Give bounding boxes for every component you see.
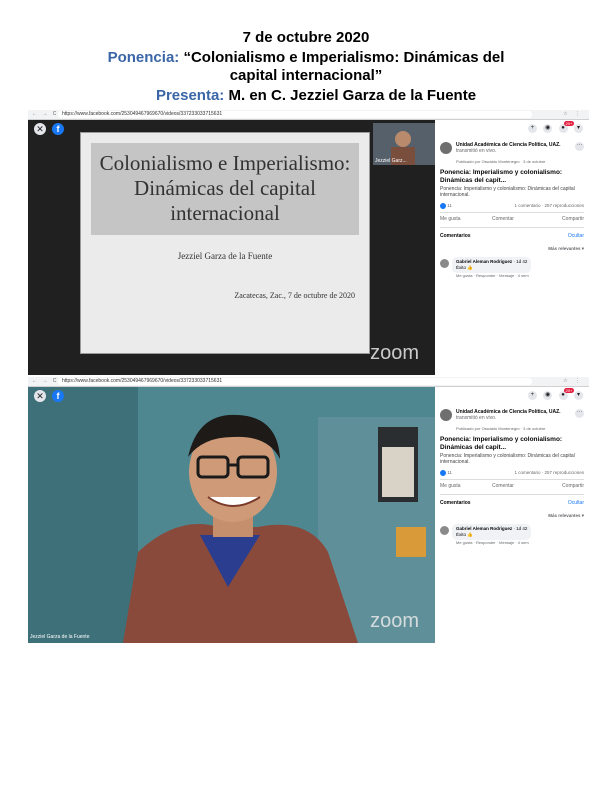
like-button[interactable]: Me gusta <box>440 483 461 489</box>
ponencia-title: “Colonialismo e Imperialismo: Dinámicas … <box>183 49 505 84</box>
post-actions: Me gusta Comentar Compartir <box>440 212 584 228</box>
zoom-watermark: zoom <box>370 610 419 632</box>
presentation-slide: Colonialismo e Imperialismo: Dinámicas d… <box>80 132 370 354</box>
comment-button[interactable]: Comentar <box>492 483 514 489</box>
account-menu-icon[interactable]: ▾ <box>574 391 583 400</box>
share-button[interactable]: Compartir <box>562 483 584 489</box>
comments-header: Comentarios Ocultar <box>440 500 584 506</box>
speaker-name-label: Jezziel Garza de la Fuente <box>30 634 90 640</box>
slide-author: Jezziel Garza de la Fuente <box>177 251 273 261</box>
commenter-avatar[interactable] <box>440 526 449 535</box>
comment-actions[interactable]: Me gusta · Responder · Mensaje · 4 sem <box>456 273 529 278</box>
url-field[interactable]: https://www.facebook.com/253049467969670… <box>58 378 532 385</box>
presenta-line: Presenta: M. en C. Jezziel Garza de la F… <box>0 87 612 105</box>
browser-menu-icons[interactable]: ☆ ⋮ <box>563 110 583 119</box>
commenter-avatar[interactable] <box>440 259 449 268</box>
post-meta: Publicado por Oswaldo Montenegro · 3 de … <box>456 159 546 164</box>
slide-title: Colonialismo e Imperialismo: Dinámicas d… <box>91 143 359 235</box>
more-options-icon[interactable]: ··· <box>575 142 584 151</box>
browser-address-bar: ← → C ⌂ https://www.facebook.com/2530494… <box>28 377 589 387</box>
comment-text: Éxito 👍 <box>456 265 473 270</box>
plus-icon[interactable]: + <box>527 124 537 133</box>
notification-badge: 20+ <box>563 121 575 126</box>
like-reaction-icon <box>440 203 446 209</box>
comment-actions[interactable]: Me gusta · Responder · Mensaje · 4 sem <box>456 540 529 545</box>
close-icon[interactable]: ✕ <box>34 390 46 402</box>
speaker-video-frame <box>28 387 435 643</box>
comment-author[interactable]: Gabriel Aleman Rodriguez <box>456 259 512 264</box>
post-title: Ponencia: Imperialismo y colonialismo: D… <box>440 169 563 184</box>
messenger-icon[interactable]: ◉ <box>543 391 553 400</box>
top-icons: + ◉ ● 20+ ▾ <box>523 388 583 401</box>
thumbnail-label: Jezziel Garz... <box>375 158 407 164</box>
bell-icon[interactable]: ● 20+ <box>558 121 575 133</box>
page-avatar[interactable] <box>440 142 452 154</box>
notification-badge: 20+ <box>563 388 575 393</box>
browser-address-bar: ← → C ⌂ https://www.facebook.com/2530494… <box>28 110 589 120</box>
presenta-label: Presenta: <box>155 87 225 104</box>
video-area[interactable]: ✕ f Colonialismo e Imperialismo: Dinámic… <box>28 120 435 375</box>
facebook-logo-icon[interactable]: f <box>52 390 64 402</box>
plus-icon[interactable]: + <box>527 391 537 400</box>
screenshot-speaker: ← → C ⌂ https://www.facebook.com/2530494… <box>28 377 589 643</box>
facebook-side-panel: + ◉ ● 20+ ▾ Unidad Académica de Ciencia P… <box>435 120 589 375</box>
speaker-thumbnail: Jezziel Garz... <box>373 123 435 165</box>
presenta-name: M. en C. Jezziel Garza de la Fuente <box>228 87 477 104</box>
relevance-filter[interactable]: Más relevantes ▾ <box>548 513 584 519</box>
post-stats: 11 1 comentario · 257 reproducciones <box>440 203 584 209</box>
like-button[interactable]: Me gusta <box>440 216 461 222</box>
messenger-icon[interactable]: ◉ <box>543 124 553 133</box>
hide-comments-link[interactable]: Ocultar <box>568 233 584 239</box>
post-title: Ponencia: Imperialismo y colonialismo: D… <box>440 436 563 451</box>
comments-header: Comentarios Ocultar <box>440 233 584 239</box>
comment-bubble: Gabriel Aleman Rodriguez · 1d 42 Éxito 👍 <box>452 524 532 540</box>
comment-author[interactable]: Gabriel Aleman Rodriguez <box>456 526 512 531</box>
relevance-filter[interactable]: Más relevantes ▾ <box>548 246 584 252</box>
ponencia-label: Ponencia: <box>107 49 180 66</box>
like-reaction-icon <box>440 470 446 476</box>
post-stats: 11 1 comentario · 257 reproducciones <box>440 470 584 476</box>
url-field[interactable]: https://www.facebook.com/253049467969670… <box>58 111 532 118</box>
top-icons: + ◉ ● 20+ ▾ <box>523 121 583 134</box>
post-meta: Publicado por Oswaldo Montenegro · 3 de … <box>456 426 546 431</box>
page-name[interactable]: Unidad Académica de Ciencia Política, UA… <box>456 142 564 154</box>
post-description: Ponencia: Imperialismo y colonialismo: D… <box>440 453 575 465</box>
date-heading: 7 de octubre 2020 <box>242 29 370 46</box>
bell-icon[interactable]: ● 20+ <box>558 388 575 400</box>
screenshot-slide: ← → C ⌂ https://www.facebook.com/2530494… <box>28 110 589 375</box>
comment-bubble: Gabriel Aleman Rodriguez · 1d 42 Éxito 👍 <box>452 257 532 273</box>
hide-comments-link[interactable]: Ocultar <box>568 500 584 506</box>
comment-button[interactable]: Comentar <box>492 216 514 222</box>
facebook-logo-icon[interactable]: f <box>52 123 64 135</box>
more-options-icon[interactable]: ··· <box>575 409 584 418</box>
ponencia-line: Ponencia: “Colonialismo e Imperialismo: … <box>0 49 612 85</box>
close-icon[interactable]: ✕ <box>34 123 46 135</box>
page-name[interactable]: Unidad Académica de Ciencia Política, UA… <box>456 409 564 421</box>
facebook-side-panel: + ◉ ● 20+ ▾ Unidad Académica de Ciencia P… <box>435 387 589 643</box>
page-avatar[interactable] <box>440 409 452 421</box>
share-button[interactable]: Compartir <box>562 216 584 222</box>
zoom-watermark: zoom <box>370 342 419 364</box>
post-actions: Me gusta Comentar Compartir <box>440 479 584 495</box>
browser-menu-icons[interactable]: ☆ ⋮ <box>563 377 583 386</box>
post-description: Ponencia: Imperialismo y colonialismo: D… <box>440 186 575 198</box>
slide-place-date: Zacatecas, Zac., 7 de octubre de 2020 <box>234 291 355 300</box>
video-area[interactable]: ✕ f zoom Jezziel Garza de la Fuente <box>28 387 435 643</box>
comment-text: Éxito 👍 <box>456 532 473 537</box>
account-menu-icon[interactable]: ▾ <box>574 124 583 133</box>
